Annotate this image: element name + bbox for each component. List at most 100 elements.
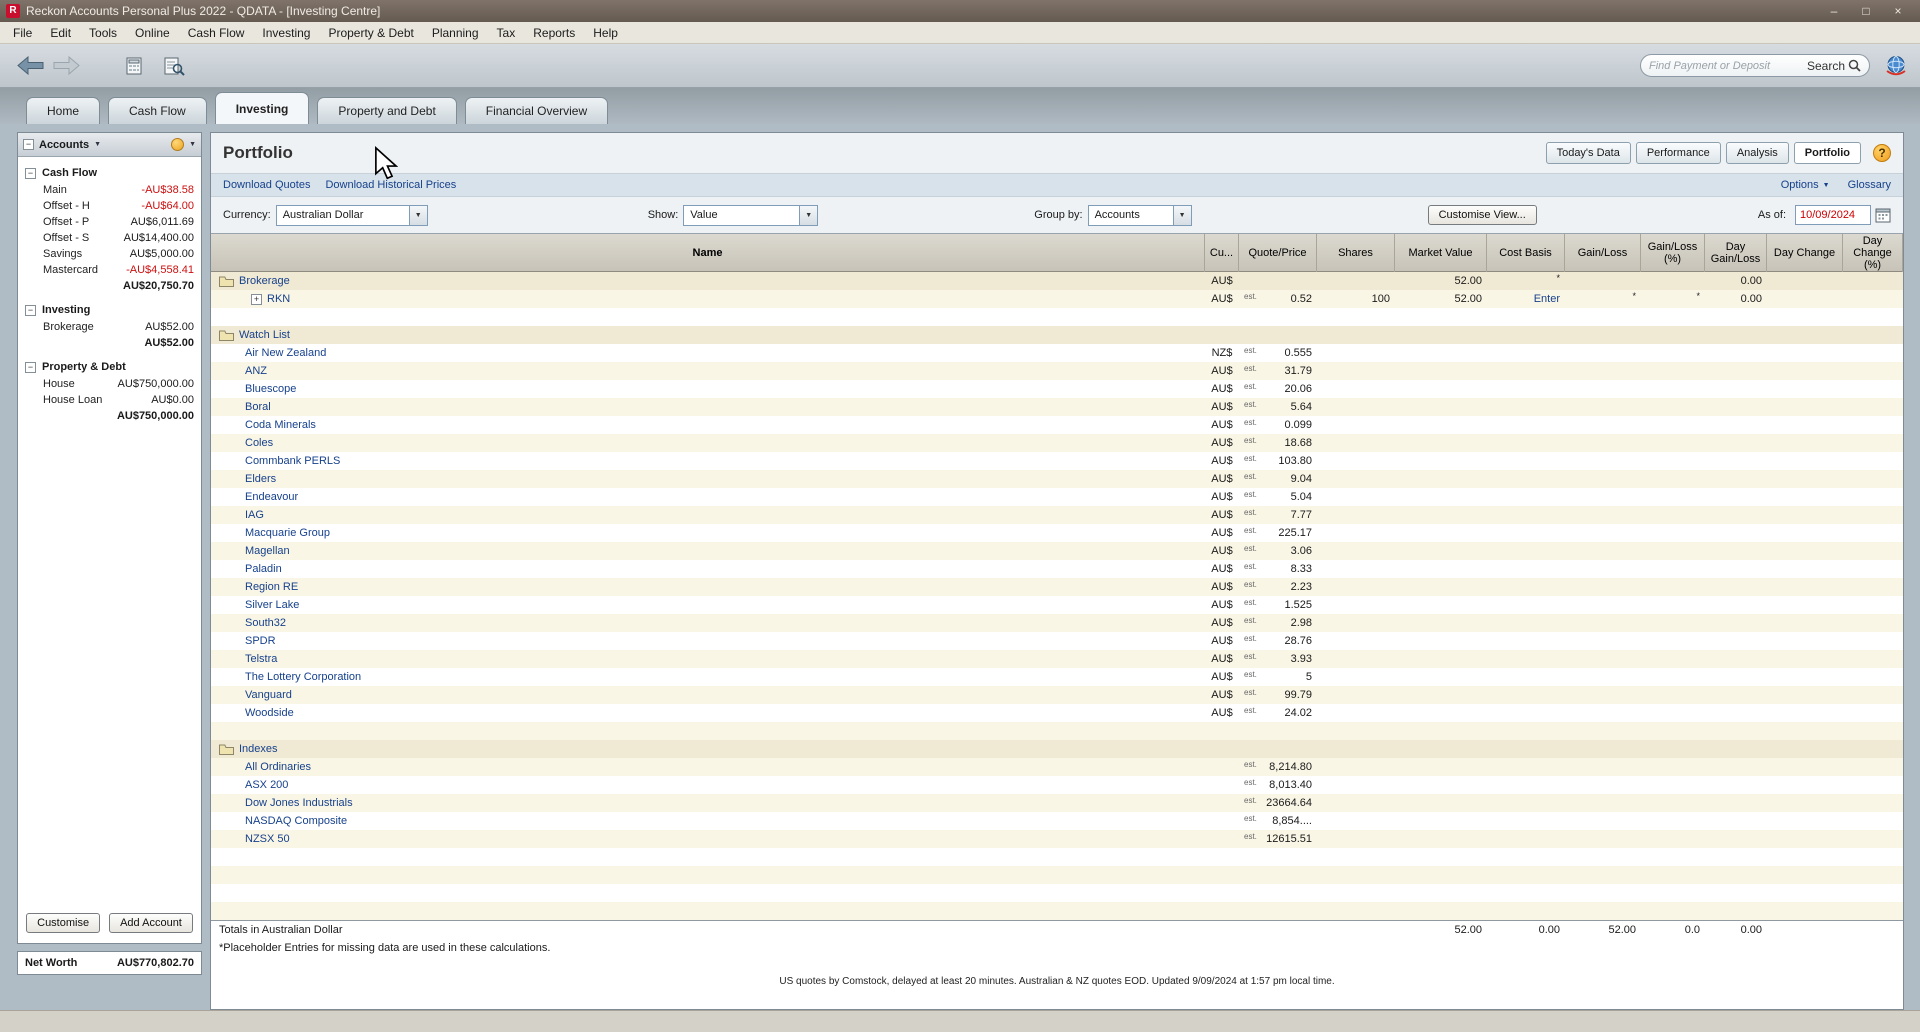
column-header-day-change[interactable]: Day Change (%) <box>1843 234 1903 272</box>
tab-cash-flow[interactable]: Cash Flow <box>108 97 207 124</box>
forward-button[interactable] <box>48 52 84 80</box>
security-name[interactable]: All Ordinaries <box>245 761 311 773</box>
view-button-analysis[interactable]: Analysis <box>1725 142 1789 164</box>
menu-help[interactable]: Help <box>584 24 627 42</box>
security-name[interactable]: Telstra <box>245 653 277 665</box>
menu-tax[interactable]: Tax <box>488 24 525 42</box>
maximize-button[interactable]: □ <box>1850 2 1882 20</box>
security-row-air-new-zealand[interactable]: Air New Zealand NZ$ est. 0.555 <box>211 344 1903 362</box>
security-row-the-lottery-corporation[interactable]: The Lottery Corporation AU$ est. 5 <box>211 668 1903 686</box>
column-header-day-gain-loss[interactable]: Day Gain/Loss <box>1705 234 1767 272</box>
section-investing[interactable]: − Investing <box>18 301 201 319</box>
group-name[interactable]: Watch List <box>239 329 290 341</box>
enter-cost-basis-link[interactable]: Enter <box>1534 293 1560 305</box>
security-row-boral[interactable]: Boral AU$ est. 5.64 <box>211 398 1903 416</box>
security-row-nzsx-50[interactable]: NZSX 50 est. 12615.51 <box>211 830 1903 848</box>
security-row-telstra[interactable]: Telstra AU$ est. 3.93 <box>211 650 1903 668</box>
menu-online[interactable]: Online <box>126 24 179 42</box>
chevron-down-icon[interactable]: ▼ <box>189 141 196 148</box>
security-row-coda-minerals[interactable]: Coda Minerals AU$ est. 0.099 <box>211 416 1903 434</box>
menu-property-debt[interactable]: Property & Debt <box>319 24 422 42</box>
security-name[interactable]: Boral <box>245 401 271 413</box>
security-row-spdr[interactable]: SPDR AU$ est. 28.76 <box>211 632 1903 650</box>
column-header-day-change[interactable]: Day Change <box>1767 234 1843 272</box>
show-select[interactable]: Value ▼ <box>683 204 819 226</box>
view-button-portfolio[interactable]: Portfolio <box>1793 142 1861 164</box>
security-row-silver-lake[interactable]: Silver Lake AU$ est. 1.525 <box>211 596 1903 614</box>
column-header-gain-loss[interactable]: Gain/Loss <box>1565 234 1641 272</box>
security-name[interactable]: Vanguard <box>245 689 292 701</box>
column-header-market-value[interactable]: Market Value <box>1395 234 1487 272</box>
account-savings[interactable]: Savings AU$5,000.00 <box>18 246 201 262</box>
collapse-accounts-icon[interactable]: − <box>23 139 34 150</box>
menu-planning[interactable]: Planning <box>423 24 488 42</box>
calculator-icon[interactable] <box>118 52 150 80</box>
security-row-commbank-perls[interactable]: Commbank PERLS AU$ est. 103.80 <box>211 452 1903 470</box>
security-name[interactable]: Silver Lake <box>245 599 299 611</box>
find-icon[interactable] <box>158 52 190 80</box>
view-button-performance[interactable]: Performance <box>1635 142 1721 164</box>
tab-home[interactable]: Home <box>26 97 101 124</box>
minimize-button[interactable]: – <box>1818 2 1850 20</box>
search-box[interactable]: Search <box>1640 54 1870 77</box>
collapse-icon[interactable]: − <box>25 304 36 316</box>
section-property-debt[interactable]: − Property & Debt <box>18 358 201 376</box>
security-name[interactable]: The Lottery Corporation <box>245 671 361 683</box>
security-row-paladin[interactable]: Paladin AU$ est. 8.33 <box>211 560 1903 578</box>
security-name[interactable]: Region RE <box>245 581 298 593</box>
account-mastercard[interactable]: Mastercard -AU$4,558.41 <box>18 262 201 278</box>
options-menu[interactable]: Options ▼ <box>1781 179 1830 191</box>
collapse-icon[interactable]: − <box>25 361 36 373</box>
accounts-header[interactable]: − Accounts ▼ ▼ <box>18 133 201 157</box>
column-header-cu[interactable]: Cu... <box>1205 234 1239 272</box>
account-offset-h[interactable]: Offset - H -AU$64.00 <box>18 198 201 214</box>
column-header-gain-loss[interactable]: Gain/Loss (%) <box>1641 234 1705 272</box>
security-name[interactable]: Coles <box>245 437 273 449</box>
glossary-link[interactable]: Glossary <box>1848 179 1891 191</box>
close-button[interactable]: × <box>1882 2 1914 20</box>
security-name[interactable]: ANZ <box>245 365 267 377</box>
account-offset-s[interactable]: Offset - S AU$14,400.00 <box>18 230 201 246</box>
security-name[interactable]: IAG <box>245 509 264 521</box>
security-row-macquarie-group[interactable]: Macquarie Group AU$ est. 225.17 <box>211 524 1903 542</box>
chevron-down-icon[interactable]: ▼ <box>1172 205 1191 225</box>
security-name[interactable]: RKN <box>267 293 290 305</box>
security-name[interactable]: ASX 200 <box>245 779 288 791</box>
column-header-shares[interactable]: Shares <box>1317 234 1395 272</box>
group-row-indexes[interactable]: Indexes <box>211 740 1903 758</box>
collapse-icon[interactable]: − <box>25 167 36 179</box>
menu-investing[interactable]: Investing <box>253 24 319 42</box>
group-name[interactable]: Indexes <box>239 743 278 755</box>
search-input[interactable] <box>1649 59 1801 72</box>
security-name[interactable]: Macquarie Group <box>245 527 330 539</box>
security-name[interactable]: Woodside <box>245 707 294 719</box>
security-name[interactable]: Commbank PERLS <box>245 455 340 467</box>
security-row-endeavour[interactable]: Endeavour AU$ est. 5.04 <box>211 488 1903 506</box>
groupby-select[interactable]: Accounts ▼ <box>1087 204 1192 226</box>
tab-financial-overview[interactable]: Financial Overview <box>464 97 609 124</box>
menu-file[interactable]: File <box>4 24 41 42</box>
link-download-quotes[interactable]: Download Quotes <box>223 179 310 191</box>
account-house[interactable]: House AU$750,000.00 <box>18 376 201 392</box>
asof-date-input[interactable] <box>1795 205 1871 225</box>
security-name[interactable]: NZSX 50 <box>245 833 290 845</box>
security-name[interactable]: South32 <box>245 617 286 629</box>
search-button[interactable]: Search <box>1807 59 1845 73</box>
customise-view-button[interactable]: Customise View... <box>1427 205 1537 225</box>
tab-investing[interactable]: Investing <box>214 92 310 124</box>
menu-tools[interactable]: Tools <box>80 24 126 42</box>
add-account-button[interactable]: Add Account <box>109 913 193 933</box>
section-cash-flow[interactable]: − Cash Flow <box>18 164 201 182</box>
help-icon[interactable]: ? <box>1873 144 1891 162</box>
security-row-south32[interactable]: South32 AU$ est. 2.98 <box>211 614 1903 632</box>
tab-property-and-debt[interactable]: Property and Debt <box>317 97 457 124</box>
customise-button[interactable]: Customise <box>26 913 101 933</box>
calendar-icon[interactable] <box>1875 207 1891 223</box>
menu-cash-flow[interactable]: Cash Flow <box>179 24 254 42</box>
security-row-woodside[interactable]: Woodside AU$ est. 24.02 <box>211 704 1903 722</box>
account-house-loan[interactable]: House Loan AU$0.00 <box>18 392 201 408</box>
link-download-historical-prices[interactable]: Download Historical Prices <box>325 179 456 191</box>
security-name[interactable]: Air New Zealand <box>245 347 326 359</box>
security-row-all-ordinaries[interactable]: All Ordinaries est. 8,214.80 <box>211 758 1903 776</box>
security-row-bluescope[interactable]: Bluescope AU$ est. 20.06 <box>211 380 1903 398</box>
